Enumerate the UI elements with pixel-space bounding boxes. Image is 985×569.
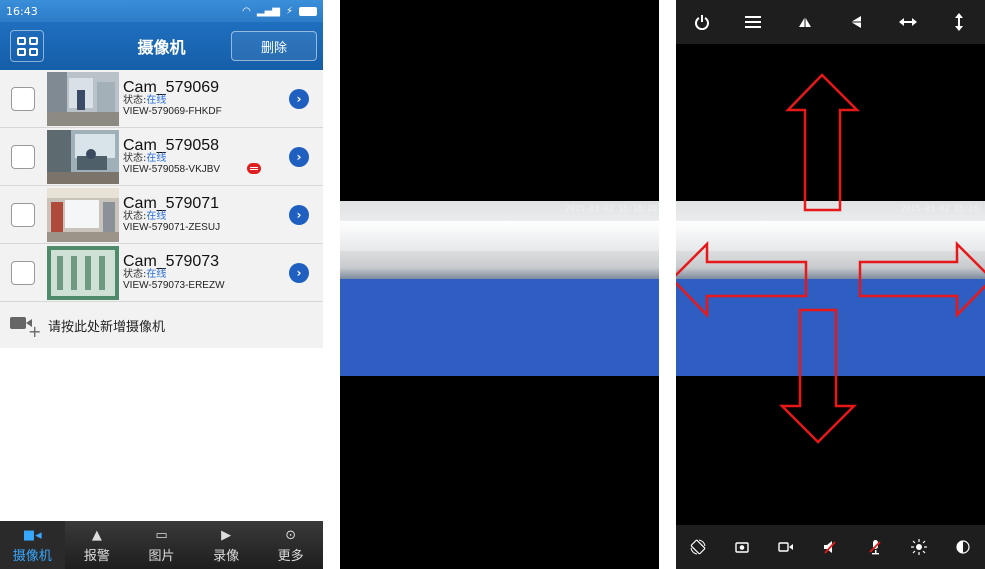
camera-checkbox[interactable]: [11, 144, 35, 169]
tab-more[interactable]: ⊙ 更多: [258, 521, 323, 569]
chevron-right-icon[interactable]: ›: [289, 89, 309, 109]
arrow-right-icon: [858, 240, 985, 319]
ptz-direction-overlay: [676, 73, 985, 444]
ptz-control-screen: 2015-03-02 15:16:: [676, 0, 985, 569]
video-timestamp: 2015-03-02 15:16:20: [565, 204, 657, 213]
wifi-icon: ◠: [242, 5, 251, 17]
camera-thumbnail[interactable]: [47, 187, 119, 242]
tab-recordings[interactable]: ▶ 录像: [194, 521, 259, 569]
camera-row[interactable]: Cam_579071 状态:在线 VIEW-579071-ZESUJ ›: [0, 186, 323, 244]
speaker-mute-icon[interactable]: [817, 534, 843, 560]
add-camera-icon: +: [10, 314, 41, 340]
chevron-right-icon[interactable]: ›: [289, 205, 309, 225]
page-title: 摄像机: [137, 38, 186, 57]
status-time: 16:43: [6, 4, 38, 18]
battery-icon: [299, 6, 317, 16]
picture-icon: ▭: [155, 527, 168, 543]
record-icon[interactable]: [773, 534, 799, 560]
bottom-toolbar: [676, 525, 985, 569]
charging-icon: ⚡: [285, 5, 293, 17]
rotate-icon[interactable]: [685, 534, 711, 560]
arrow-down-icon: [778, 308, 858, 444]
camera-row[interactable]: Cam_579069 状态:在线 VIEW-579069-FHKDF ›: [0, 70, 323, 128]
camera-name: Cam_579071: [123, 194, 220, 212]
camera-thumbnail[interactable]: [47, 129, 119, 184]
chevron-right-icon[interactable]: ›: [289, 147, 309, 167]
camera-id: VIEW-579071-ZESUJ: [123, 221, 221, 233]
camera-name: Cam_579058: [123, 136, 220, 154]
camera-row[interactable]: Cam_579073 状态:在线 VIEW-579073-EREZW ›: [0, 244, 323, 302]
camera-checkbox[interactable]: [11, 86, 35, 111]
camera-checkbox[interactable]: [11, 260, 35, 285]
camera-id: VIEW-579069-FHKDF: [123, 105, 222, 117]
camera-icon: ■◂: [22, 527, 42, 543]
delete-button[interactable]: 删除: [231, 31, 317, 61]
camera-row[interactable]: Cam_579058 状态:在线 VIEW-579058-VKJBV ›: [0, 128, 323, 186]
contrast-icon[interactable]: [950, 534, 976, 560]
add-camera-label: 请按此处新增摄像机: [48, 319, 166, 335]
brightness-icon[interactable]: [906, 534, 932, 560]
tab-camera[interactable]: ■◂ 摄像机: [0, 521, 65, 569]
snapshot-icon[interactable]: [729, 534, 755, 560]
grid-view-button[interactable]: [10, 30, 44, 62]
camera-name: Cam_579069: [123, 78, 220, 96]
message-icon[interactable]: [247, 163, 261, 174]
camera-name: Cam_579073: [123, 252, 220, 270]
camera-list-screen: 16:43 ◠ ▂▄▆ ⚡ 摄像机 删除 Cam_579069 状态:在线 VI…: [0, 0, 323, 569]
camera-thumbnail[interactable]: [47, 71, 119, 126]
tab-pictures[interactable]: ▭ 图片: [129, 521, 194, 569]
mic-mute-icon[interactable]: [862, 534, 888, 560]
more-icon: ⊙: [285, 527, 297, 543]
camera-list: Cam_579069 状态:在线 VIEW-579069-FHKDF › Cam…: [0, 70, 323, 302]
arrow-up-icon: [785, 73, 861, 212]
camera-checkbox[interactable]: [11, 202, 35, 227]
live-video-screen: 2015-03-02 15:16:20: [340, 0, 659, 569]
video-frame[interactable]: 2015-03-02 15:16:20: [340, 201, 659, 376]
grid-icon: [16, 36, 26, 45]
header-bar: 摄像机 删除: [0, 22, 323, 70]
tab-alarm[interactable]: ▲ 报警: [65, 521, 130, 569]
bottom-tab-bar: ■◂ 摄像机 ▲ 报警 ▭ 图片 ▶ 录像 ⊙ 更多: [0, 521, 323, 569]
camera-thumbnail[interactable]: [47, 245, 119, 300]
chevron-right-icon[interactable]: ›: [289, 263, 309, 283]
signal-icon: ▂▄▆: [256, 5, 280, 17]
camera-id: VIEW-579058-VKJBV: [123, 163, 221, 175]
video-icon: ▶: [221, 527, 232, 543]
camera-id: VIEW-579073-EREZW: [123, 279, 225, 291]
arrow-left-icon: [676, 240, 808, 319]
add-camera-row[interactable]: + 请按此处新增摄像机: [0, 302, 323, 348]
status-bar: 16:43 ◠ ▂▄▆ ⚡: [0, 0, 323, 22]
bell-icon: ▲: [91, 527, 102, 543]
